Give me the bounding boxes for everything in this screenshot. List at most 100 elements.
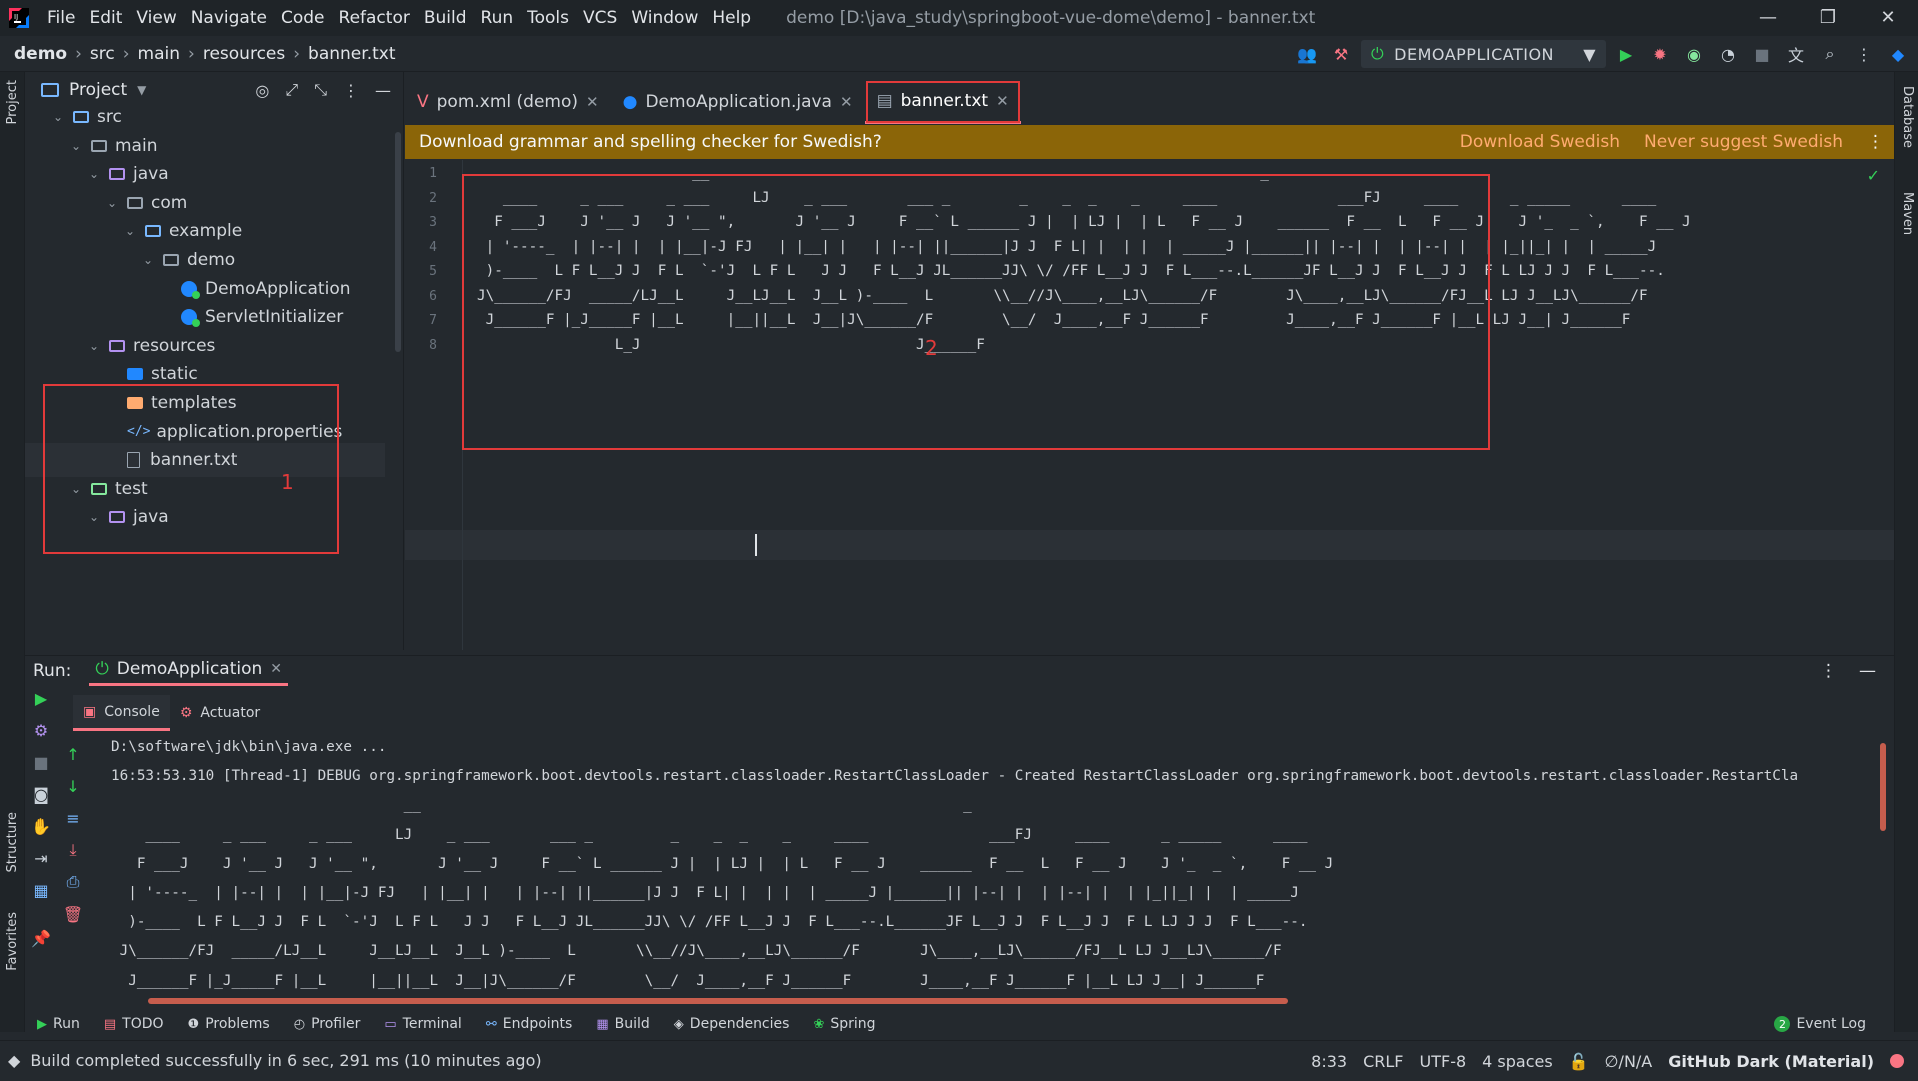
chevron-down-icon[interactable]: ⌄: [85, 339, 103, 353]
soft-wrap-icon[interactable]: ≡: [61, 806, 85, 830]
rerun-icon[interactable]: ▶: [29, 686, 53, 710]
exit-icon[interactable]: ⇥: [29, 846, 53, 870]
translate-icon[interactable]: 文: [1782, 40, 1810, 68]
hide-icon[interactable]: —: [375, 81, 391, 100]
notification-dot-icon[interactable]: [1890, 1054, 1904, 1068]
project-tool-tab[interactable]: Project: [5, 80, 20, 124]
database-tool-tab[interactable]: Database: [1900, 86, 1915, 148]
tool-tab-profiler[interactable]: ◴ Profiler: [282, 1016, 373, 1032]
build-hammer-icon[interactable]: ⚒: [1327, 40, 1355, 68]
breadcrumb-item[interactable]: banner.txt: [308, 44, 395, 64]
close-icon[interactable]: ✕: [996, 92, 1009, 110]
editor-tab[interactable]: ▤ banner.txt ✕: [864, 80, 1021, 124]
menu-refactor[interactable]: Refactor: [332, 8, 417, 28]
close-icon[interactable]: ✕: [840, 93, 853, 111]
close-icon[interactable]: ✕: [586, 93, 599, 111]
tool-tab-terminal[interactable]: ▭ Terminal: [372, 1016, 473, 1032]
menu-help[interactable]: Help: [705, 8, 758, 28]
tab-console[interactable]: ▣ Console: [73, 695, 170, 731]
collaboration-icon[interactable]: 👥: [1293, 40, 1321, 68]
chevron-down-icon[interactable]: ⌄: [49, 110, 67, 124]
menu-vcs[interactable]: VCS: [576, 8, 624, 28]
console-vertical-scrollbar[interactable]: [1880, 743, 1886, 831]
settings-icon[interactable]: ⚙: [29, 718, 53, 742]
run-icon[interactable]: ▶: [1612, 40, 1640, 68]
menu-edit[interactable]: Edit: [82, 8, 129, 28]
minimize-button[interactable]: —: [1738, 0, 1798, 36]
structure-tool-tab[interactable]: Structure: [5, 812, 20, 872]
scroll-up-icon[interactable]: ↑: [61, 742, 85, 766]
theme-name[interactable]: GitHub Dark (Material): [1668, 1052, 1874, 1071]
maven-tool-tab[interactable]: Maven: [1900, 192, 1915, 235]
lock-icon[interactable]: 🔓: [1569, 1052, 1589, 1071]
download-swedish-link[interactable]: Download Swedish: [1460, 132, 1620, 152]
tab-actuator[interactable]: ⚙ Actuator: [170, 695, 270, 731]
menu-run[interactable]: Run: [474, 8, 521, 28]
line-separator[interactable]: CRLF: [1363, 1052, 1403, 1071]
plugin-icon[interactable]: ◆: [1884, 40, 1912, 68]
chevron-down-icon[interactable]: ⌄: [103, 196, 121, 210]
options-icon[interactable]: ⋮: [343, 81, 359, 100]
chevron-down-icon[interactable]: ⌄: [139, 253, 157, 267]
menu-view[interactable]: View: [129, 8, 183, 28]
breadcrumb-item[interactable]: resources: [203, 44, 285, 64]
stop-icon[interactable]: ■: [1748, 40, 1776, 68]
run-configuration-select[interactable]: ⏻ DEMOAPPLICATION ▼: [1361, 40, 1606, 68]
clear-all-icon[interactable]: 🗑: [61, 902, 85, 926]
menu-file[interactable]: File: [40, 8, 82, 28]
tool-tab-todo[interactable]: ▤ TODO: [92, 1016, 176, 1032]
layout-icon[interactable]: ▦: [29, 878, 53, 902]
event-log-button[interactable]: 2 Event Log: [1762, 1016, 1878, 1032]
caret-position[interactable]: 8:33: [1311, 1052, 1347, 1071]
status-message[interactable]: Build completed successfully in 6 sec, 2…: [30, 1051, 541, 1070]
tool-tab-problems[interactable]: ❶ Problems: [176, 1016, 282, 1032]
more-icon[interactable]: ⋮: [1850, 40, 1878, 68]
camera-icon[interactable]: ◙: [29, 782, 53, 806]
breadcrumb-item[interactable]: src: [90, 44, 115, 64]
console-horizontal-scrollbar[interactable]: [148, 998, 1288, 1004]
pin-icon[interactable]: ✋: [29, 814, 53, 838]
tool-tab-build[interactable]: ▦ Build: [584, 1016, 661, 1032]
more-icon[interactable]: ⋮: [1867, 132, 1884, 152]
pin-tab-icon[interactable]: 📌: [29, 926, 53, 950]
never-suggest-swedish-link[interactable]: Never suggest Swedish: [1644, 132, 1843, 152]
code-editor[interactable]: 12345678 __ _ ____ _ ___ _ ___ LJ _ ___ …: [405, 160, 1894, 650]
profile-icon[interactable]: ◔: [1714, 40, 1742, 68]
tool-tab-endpoints[interactable]: ⚯ Endpoints: [474, 1016, 585, 1032]
close-window-button[interactable]: ✕: [1858, 0, 1918, 36]
coverage-icon[interactable]: ◉: [1680, 40, 1708, 68]
menu-code[interactable]: Code: [274, 8, 332, 28]
scroll-down-icon[interactable]: ↓: [61, 774, 85, 798]
breadcrumb-item[interactable]: demo: [14, 44, 67, 64]
tool-tab-spring[interactable]: ❀ Spring: [801, 1016, 887, 1032]
chevron-down-icon[interactable]: ⌄: [85, 167, 103, 181]
tool-tab-run[interactable]: ▶ Run: [25, 1016, 92, 1032]
console-output[interactable]: D:\software\jdk\bin\java.exe ... 16:53:53…: [105, 738, 1885, 1000]
run-tab-demoapplication[interactable]: ⏻ DemoApplication ✕: [89, 656, 289, 686]
options-icon[interactable]: ⋮: [1820, 661, 1837, 681]
indent-setting[interactable]: 4 spaces: [1482, 1052, 1553, 1071]
breadcrumb-item[interactable]: main: [138, 44, 180, 64]
file-encoding[interactable]: UTF-8: [1420, 1052, 1467, 1071]
vcs-status[interactable]: ∅/N/A: [1605, 1052, 1653, 1071]
restore-button[interactable]: ❐: [1798, 0, 1858, 36]
tool-tab-dependencies[interactable]: ◈ Dependencies: [662, 1016, 802, 1032]
hide-icon[interactable]: —: [1859, 661, 1876, 681]
search-icon[interactable]: ⌕: [1816, 40, 1844, 68]
print-icon[interactable]: ⎙: [61, 870, 85, 894]
menu-build[interactable]: Build: [417, 8, 474, 28]
stop-icon[interactable]: ■: [29, 750, 53, 774]
debug-icon[interactable]: ✹: [1646, 40, 1674, 68]
project-scrollbar[interactable]: [395, 132, 401, 352]
expand-all-icon[interactable]: ⤢: [285, 80, 298, 100]
menu-tools[interactable]: Tools: [520, 8, 576, 28]
locate-icon[interactable]: ◎: [255, 81, 269, 100]
editor-tab[interactable]: Vpom.xml (demo) ✕: [405, 80, 611, 124]
menu-navigate[interactable]: Navigate: [184, 8, 274, 28]
menu-window[interactable]: Window: [624, 8, 705, 28]
favorites-tool-tab[interactable]: Favorites: [5, 912, 20, 971]
chevron-down-icon[interactable]: ⌄: [67, 139, 85, 153]
scroll-to-end-icon[interactable]: ⤓: [61, 838, 85, 862]
collapse-all-icon[interactable]: ⤡: [314, 80, 327, 100]
editor-tab[interactable]: ● DemoApplication.java ✕: [611, 80, 865, 124]
